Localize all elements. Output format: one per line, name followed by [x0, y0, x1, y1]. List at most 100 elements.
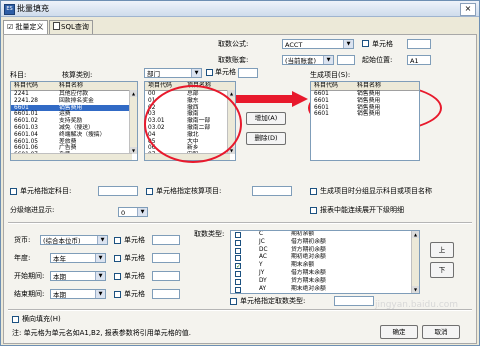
account-list-scrollbar[interactable]: ▲ ▼	[129, 90, 137, 154]
fetch-account-select[interactable]: (当前账套) ▼	[282, 55, 334, 65]
tab-batch-define[interactable]: ☑ 批量定义	[3, 20, 48, 35]
end-period-cell-input[interactable]	[152, 289, 180, 299]
fetch-type-name: 期末绝对余额	[291, 285, 326, 292]
fetch-type-row[interactable]: JC 借方期初余额	[231, 239, 419, 247]
currency-value: (综合本位币)	[43, 237, 81, 245]
tab-sql-query[interactable]: SQL查询	[49, 20, 93, 34]
gen-item-show-account-checkbox[interactable]	[310, 188, 317, 195]
level-display-value: 0	[121, 209, 126, 217]
chevron-down-icon: ▼	[95, 290, 105, 298]
formula-cell-input[interactable]	[407, 39, 431, 49]
account-col-code: 科目代码	[14, 82, 39, 89]
fetch-type-name: 借方期末余额	[291, 269, 326, 276]
generated-row[interactable]: 6601 销售费用	[311, 98, 419, 105]
delete-button[interactable]: 删除(D)	[246, 132, 286, 145]
cell-fetch-type-input[interactable]	[334, 296, 374, 306]
currency-cell-input[interactable]	[152, 235, 180, 245]
start-period-cell-input[interactable]	[152, 271, 180, 281]
start-period-value: 本期	[53, 273, 66, 281]
cancel-button[interactable]: 取消	[422, 325, 460, 339]
ok-button[interactable]: 确定	[380, 325, 418, 339]
include-unposted-checkbox[interactable]	[310, 207, 317, 214]
fetch-account-label: 取数账套:	[218, 56, 249, 64]
fetch-type-checkbox[interactable]	[235, 270, 241, 277]
row-code: 6601.04	[14, 131, 38, 138]
scroll-up-icon[interactable]: ▲	[412, 231, 419, 238]
year-select[interactable]: 本年 ▼	[50, 253, 106, 263]
account-list[interactable]: 科目代码 科目名称 2241 其他应付款 2241.28 回款排名奖金 6601 销售费用…	[10, 81, 138, 161]
fetch-type-code: AC	[259, 254, 267, 261]
add-button[interactable]: 增加(A)	[246, 112, 286, 125]
end-period-select[interactable]: 本期 ▼	[50, 289, 106, 299]
scroll-down-icon[interactable]: ▼	[412, 286, 419, 293]
cell-assign-item-checkbox[interactable]	[146, 188, 153, 195]
move-up-button[interactable]: 上	[430, 242, 454, 258]
account-row[interactable]: 6601 销售费用	[11, 104, 137, 112]
account-list-hscroll[interactable]	[11, 153, 132, 160]
generated-col-code: 科目代码	[314, 82, 339, 89]
account-label: 科目:	[10, 71, 27, 79]
annotation-arrow-icon	[236, 91, 308, 107]
fetch-type-checkbox[interactable]	[235, 255, 241, 262]
cell-assign-item-input[interactable]	[252, 186, 292, 196]
scroll-up-icon[interactable]: ▲	[130, 90, 137, 97]
level-display-select[interactable]: 0 ▼	[118, 207, 148, 217]
fetch-type-list[interactable]: C 期初余额 JC 借方期初余额 DC 贷方期初余额 AC 期初绝对余额 ✓ Y 期末余额 JY 借方期…	[230, 230, 420, 294]
move-down-button[interactable]: 下	[430, 262, 454, 278]
year-cell-input[interactable]	[152, 253, 180, 263]
cell-fetch-type-checkbox[interactable]	[230, 298, 237, 305]
fetch-type-scrollbar[interactable]: ▲ ▼	[411, 231, 419, 293]
account-row[interactable]: 6601.03 减免（搜送）	[11, 125, 137, 132]
fetch-formula-select[interactable]: ACCT ▼	[282, 39, 354, 49]
cell-assign-account-input[interactable]	[98, 186, 138, 196]
cell-assign-account-label: 单元格指定科目:	[20, 187, 72, 195]
sql-icon	[53, 22, 60, 30]
generated-row[interactable]: 6601 销售费用	[311, 111, 419, 118]
category-select[interactable]: 部门 ▼	[144, 68, 202, 78]
fetch-type-row[interactable]: AC 期初绝对余额	[231, 254, 419, 262]
account-row[interactable]: 6601.06 广告费	[11, 145, 137, 152]
chevron-down-icon: ▼	[95, 254, 105, 262]
start-pos-input[interactable]: A1	[407, 55, 431, 65]
fetch-type-row[interactable]: ✓ Y 期末余额	[231, 262, 419, 270]
fetch-type-code: DC	[259, 246, 268, 253]
account-row[interactable]: 6601.04 终端解决（搜搞）	[11, 132, 137, 139]
generated-list[interactable]: 科目代码 科目名称 6601 销售费用 6601 销售费用 6601 销售费用 6601 销售…	[310, 81, 420, 161]
fetch-type-code: DY	[259, 277, 267, 284]
currency-cell-checkbox[interactable]	[114, 237, 121, 244]
row-code: 00	[148, 91, 156, 97]
fetch-type-row[interactable]: C 期初余额	[231, 231, 419, 239]
horizontal-fill-checkbox[interactable]	[12, 316, 19, 323]
fetch-type-row[interactable]: DY 贷方期末余额	[231, 278, 419, 286]
fetch-type-code: AY	[259, 285, 267, 292]
fetch-type-checkbox[interactable]	[235, 278, 241, 285]
fetch-type-row[interactable]: AY 期末绝对余额	[231, 285, 419, 293]
fetch-type-checkbox[interactable]	[235, 247, 241, 254]
cell-assign-account-checkbox[interactable]	[10, 188, 17, 195]
chevron-down-icon: ▼	[343, 40, 353, 48]
year-cell-checkbox[interactable]	[114, 255, 121, 262]
scroll-up-icon[interactable]: ▲	[228, 90, 235, 97]
close-icon[interactable]: ×	[460, 3, 476, 16]
generated-list-header: 科目代码 科目名称	[311, 82, 419, 91]
fetch-type-checkbox[interactable]	[235, 239, 241, 246]
fetch-type-checkbox[interactable]	[235, 286, 241, 293]
category-cell-checkbox[interactable]	[206, 69, 213, 76]
note-text: 注: 单元格为单元名如A1,B2, 报表参数将引用单元格的值.	[12, 329, 191, 337]
generated-row[interactable]: 6601 销售费用	[311, 91, 419, 98]
fetch-type-row[interactable]: JY 借方期末余额	[231, 270, 419, 278]
fetch-type-checkbox[interactable]	[235, 232, 241, 238]
account-row[interactable]: 6601.02 支持奖励	[11, 118, 137, 125]
formula-cell-checkbox[interactable]	[362, 40, 369, 47]
row-name: 销售费用	[357, 111, 381, 118]
end-period-cell-checkbox[interactable]	[114, 291, 121, 298]
account-row[interactable]: 2241 其他应付款	[11, 91, 137, 98]
start-period-cell-checkbox[interactable]	[114, 273, 121, 280]
start-period-select[interactable]: 本期 ▼	[50, 271, 106, 281]
currency-select[interactable]: (综合本位币) ▼	[40, 235, 108, 245]
account-rows: 2241 其他应付款 2241.28 回款排名奖金 6601 销售费用 6601.01 运费 6…	[11, 91, 137, 159]
fetch-type-checkbox[interactable]: ✓	[235, 263, 241, 270]
category-cell-input[interactable]	[238, 68, 258, 78]
account-row[interactable]: 2241.28 回款排名奖金	[11, 98, 137, 105]
fetch-account-cell-input[interactable]	[337, 55, 355, 65]
